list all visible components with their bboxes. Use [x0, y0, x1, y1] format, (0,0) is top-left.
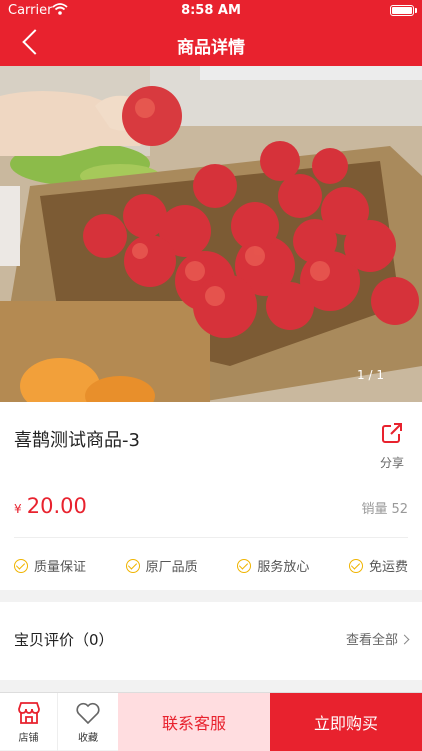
- guarantee-item: 服务放心: [237, 556, 309, 575]
- reviews-title: 宝贝评价（0）: [14, 631, 114, 649]
- favorite-label: 收藏: [78, 733, 98, 744]
- bottom-action-bar: 店铺 收藏 联系客服 立即购买: [0, 692, 422, 751]
- battery-icon: [390, 5, 414, 16]
- share-button[interactable]: 分享: [376, 422, 408, 471]
- guarantee-item: 原厂品质: [125, 556, 198, 575]
- product-photo: [0, 66, 422, 402]
- divider: [14, 537, 408, 538]
- page-title: 商品详情: [177, 38, 245, 58]
- view-all-reviews-link[interactable]: 查看全部: [345, 629, 410, 648]
- product-title: 喜鹊测试商品-3: [14, 430, 140, 451]
- product-price: ¥ 20.00: [14, 494, 87, 518]
- currency-symbol: ¥: [14, 502, 22, 516]
- buy-now-button[interactable]: 立即购买: [270, 693, 422, 751]
- guarantee-item: 质量保证: [14, 556, 86, 575]
- product-info: 喜鹊测试商品-3 分享 ¥ 20.00 销量 52 质量保证 原厂品质 服务放心 …: [0, 402, 422, 590]
- image-counter: 1 / 1: [357, 368, 384, 382]
- check-circle-icon: [14, 558, 28, 573]
- guarantee-label: 服务放心: [257, 560, 310, 575]
- contact-service-button[interactable]: 联系客服: [118, 693, 270, 751]
- view-all-label: 查看全部: [345, 633, 398, 648]
- status-bar: Carrier 8:58 AM: [0, 0, 422, 22]
- guarantee-label: 质量保证: [34, 560, 87, 575]
- battery-tip-icon: [415, 8, 417, 13]
- favorite-button[interactable]: 收藏: [58, 693, 118, 751]
- check-circle-icon: [348, 558, 363, 573]
- sales-number: 52: [391, 502, 408, 517]
- heart-icon: [76, 702, 100, 725]
- nav-bar: 商品详情: [0, 22, 422, 66]
- guarantee-label: 原厂品质: [145, 560, 198, 575]
- share-label: 分享: [379, 456, 404, 470]
- sales-label: 销量: [361, 502, 388, 517]
- chevron-right-icon: [399, 634, 410, 645]
- check-circle-icon: [125, 558, 140, 573]
- header: Carrier 8:58 AM 商品详情: [0, 0, 422, 66]
- share-icon: [382, 423, 402, 443]
- sales-count: 销量 52: [361, 498, 408, 517]
- check-circle-icon: [237, 558, 252, 573]
- guarantee-list: 质量保证 原厂品质 服务放心 免运费: [14, 556, 408, 575]
- guarantee-label: 免运费: [368, 560, 408, 575]
- store-icon: [17, 702, 40, 724]
- store-button[interactable]: 店铺: [0, 693, 58, 751]
- guarantee-item: 免运费: [348, 556, 408, 575]
- price-amount: 20.00: [26, 494, 87, 518]
- store-label: 店铺: [18, 733, 39, 744]
- reviews-section: 宝贝评价（0） 查看全部: [0, 602, 422, 680]
- status-time: 8:58 AM: [181, 3, 241, 18]
- product-image-gallery[interactable]: 1 / 1: [0, 66, 422, 402]
